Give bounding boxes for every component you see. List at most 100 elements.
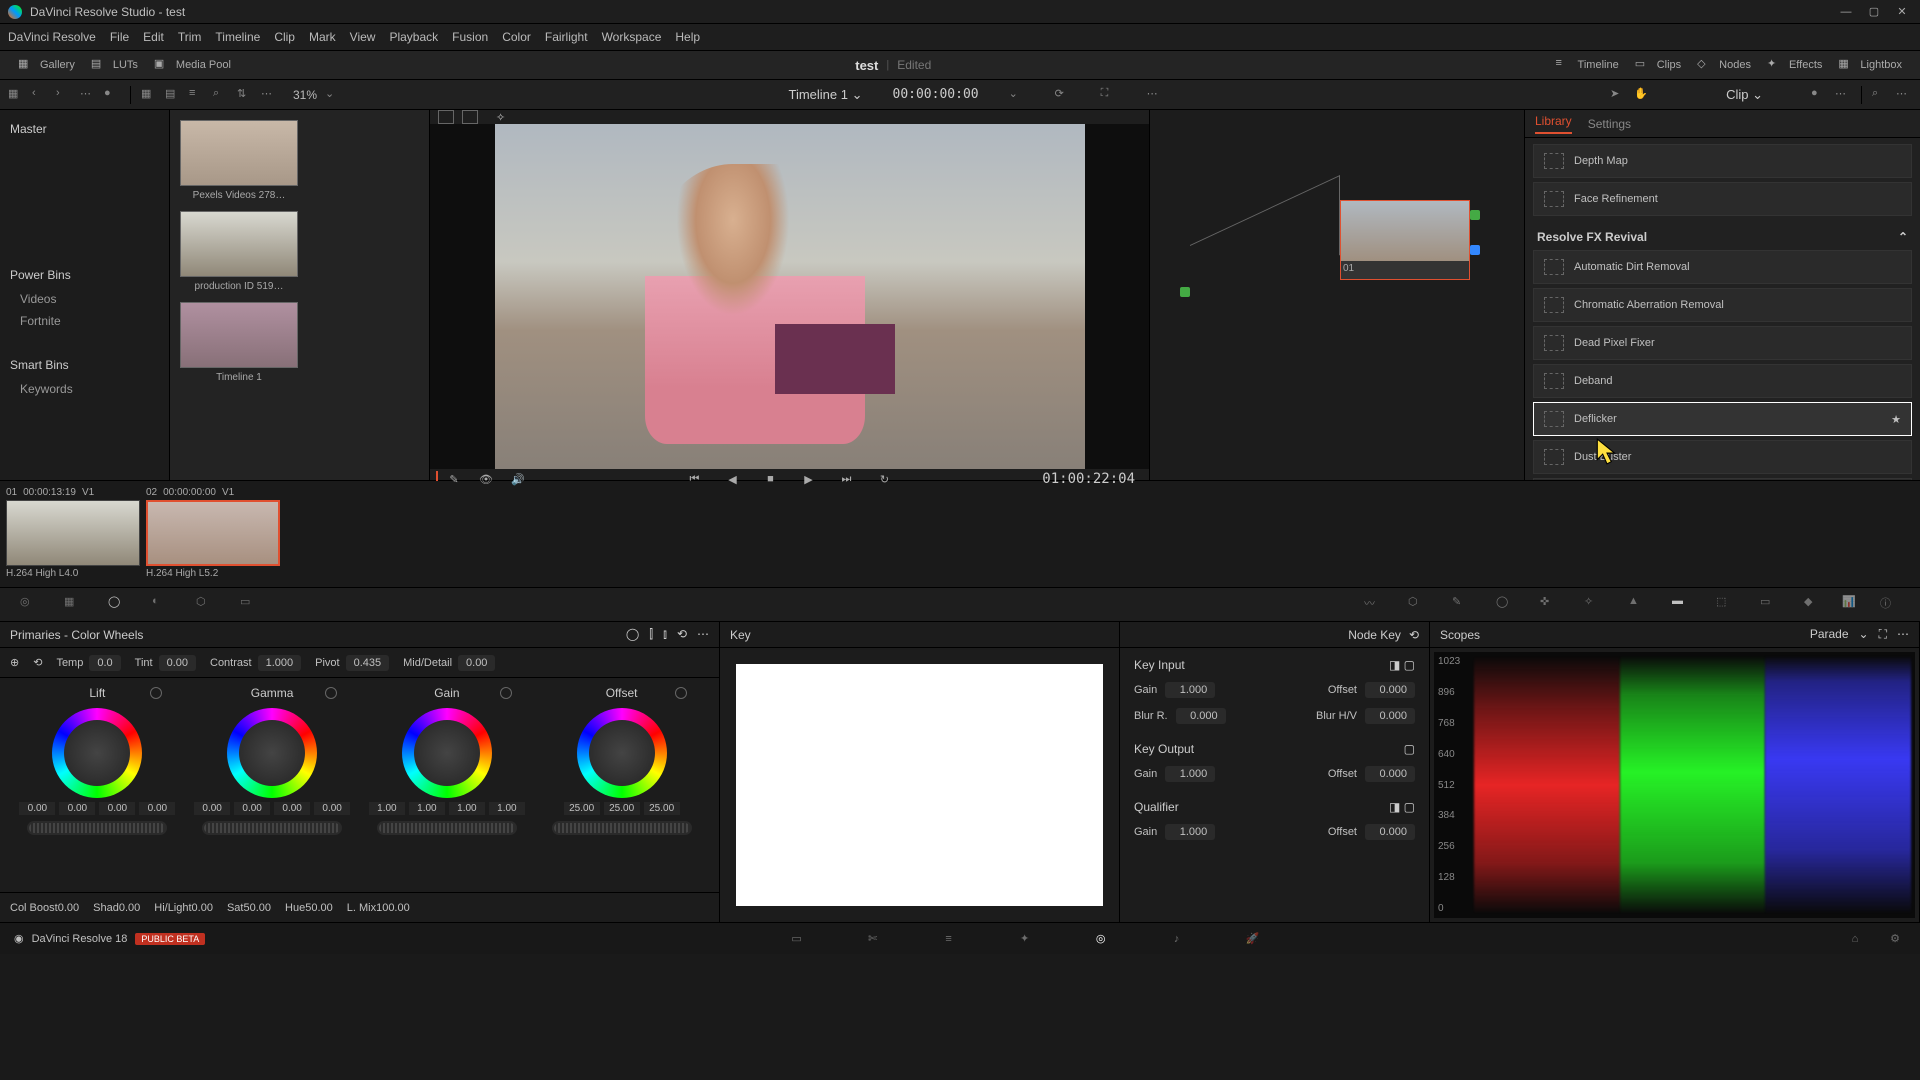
qual-invert-icon[interactable]: ◨ [1389, 800, 1400, 814]
contrast-value[interactable]: 1.000 [258, 655, 302, 671]
key-invert-icon[interactable]: ◨ [1389, 658, 1400, 672]
qual-matte-icon[interactable]: ▢ [1404, 800, 1415, 814]
tc-dropdown-icon[interactable]: ⌄ [1009, 87, 1025, 103]
maximize-button[interactable]: ▢ [1864, 2, 1884, 22]
fx-category[interactable]: Resolve FX Revival⌃ [1533, 220, 1912, 250]
menu-fusion[interactable]: Fusion [452, 30, 488, 44]
menu-playback[interactable]: Playback [389, 30, 438, 44]
media-clip[interactable]: Pexels Videos 278… [180, 120, 298, 201]
refresh-icon[interactable]: ⟳ [1055, 87, 1071, 103]
color-match-icon[interactable]: ▦ [64, 595, 84, 615]
magic-mask-icon[interactable]: ✧ [1584, 595, 1604, 615]
key-out-offset[interactable]: 0.000 [1365, 766, 1415, 782]
grid-view-icon[interactable]: ▤ [165, 87, 181, 103]
pointer-icon[interactable]: ➤ [1610, 87, 1626, 103]
corrector-node[interactable]: 01 [1340, 200, 1470, 280]
reset-icon[interactable]: ⟲ [677, 627, 687, 642]
clips-toggle[interactable]: ▭Clips [1627, 57, 1689, 73]
key-matte-icon[interactable]: ▢ [1404, 658, 1415, 672]
lightbox-toggle[interactable]: ▦Lightbox [1830, 57, 1910, 73]
fx-item[interactable]: Frame Replacer [1533, 478, 1912, 480]
clip-thumb[interactable]: 0100:00:13:19V1 H.264 High L4.0 [6, 487, 140, 579]
cut-page-icon[interactable]: ✄ [862, 928, 884, 950]
viewer-canvas[interactable] [430, 124, 1149, 469]
fx-item[interactable]: Face Refinement [1533, 182, 1912, 216]
eye-icon[interactable]: 👁 [476, 469, 496, 489]
fx-item-deflicker[interactable]: Deflicker★ [1533, 402, 1912, 436]
scopes-menu-icon[interactable]: ⋯ [1897, 627, 1909, 642]
clip-thumb-selected[interactable]: 0200:00:00:00V1 H.264 High L5.2 [146, 487, 280, 579]
power-bins-header[interactable]: Power Bins [0, 262, 169, 288]
lift-wheel[interactable]: Lift 0.000.000.000.00 [12, 686, 182, 892]
fx-item[interactable]: Dust Buster [1533, 440, 1912, 474]
colboost-value[interactable]: 0.00 [58, 902, 79, 914]
reset-lift-icon[interactable] [150, 687, 162, 699]
close-button[interactable]: ✕ [1892, 2, 1912, 22]
gain-wheel[interactable]: Gain 1.001.001.001.00 [362, 686, 532, 892]
node-menu-icon[interactable]: ⋯ [1835, 87, 1851, 103]
settings-icon[interactable]: ⚙ [1884, 928, 1906, 950]
picker-icon[interactable]: ⊕ [10, 656, 19, 669]
minimize-button[interactable]: — [1836, 2, 1856, 22]
media-page-icon[interactable]: ▭ [786, 928, 808, 950]
luts-toggle[interactable]: ▤LUTs [83, 57, 146, 73]
key-in-offset[interactable]: 0.000 [1365, 682, 1415, 698]
key-blur-r[interactable]: 0.000 [1176, 708, 1226, 724]
wand-icon[interactable]: ✧ [496, 111, 505, 124]
tab-settings[interactable]: Settings [1588, 117, 1631, 131]
menu-trim[interactable]: Trim [178, 30, 202, 44]
menu-color[interactable]: Color [502, 30, 531, 44]
viewer-menu-icon[interactable]: ⋯ [1147, 87, 1163, 103]
play-button[interactable]: ▶ [799, 469, 819, 489]
temp-value[interactable]: 0.0 [89, 655, 120, 671]
scopes-expand-icon[interactable]: ⛶ [1879, 627, 1887, 642]
chevron-down-icon[interactable]: ⌄ [1859, 627, 1869, 642]
list-view-icon[interactable]: ≡ [189, 87, 205, 103]
prev-icon[interactable]: ‹ [32, 87, 48, 103]
edit-page-icon[interactable]: ≡ [938, 928, 960, 950]
slider-icon[interactable]: ● [104, 87, 120, 103]
sat-value[interactable]: 50.00 [243, 902, 271, 914]
menu-workspace[interactable]: Workspace [602, 30, 662, 44]
mid-value[interactable]: 0.00 [458, 655, 495, 671]
lib-menu-icon[interactable]: ⋯ [1896, 87, 1912, 103]
first-frame-button[interactable]: ⏮ [685, 469, 705, 489]
key-icon[interactable]: ▬ [1672, 595, 1692, 615]
offset-master-slider[interactable] [552, 821, 692, 835]
lmix-value[interactable]: 100.00 [376, 902, 410, 914]
menu-mark[interactable]: Mark [309, 30, 336, 44]
tint-value[interactable]: 0.00 [159, 655, 196, 671]
effects-toggle[interactable]: ✦Effects [1759, 57, 1830, 73]
key-out-gain[interactable]: 1.000 [1165, 766, 1215, 782]
speaker-icon[interactable]: 🔊 [508, 469, 528, 489]
warper-icon[interactable]: ⬡ [1408, 595, 1428, 615]
prev-frame-button[interactable]: ◀ [723, 469, 743, 489]
motion-icon[interactable]: ▭ [240, 595, 260, 615]
3d-icon[interactable]: ▭ [1760, 595, 1780, 615]
tracking-icon[interactable]: ✜ [1540, 595, 1560, 615]
key-out-matte-icon[interactable]: ▢ [1404, 742, 1415, 756]
viewer-tc[interactable]: 00:00:00:00 [893, 87, 979, 102]
menu-view[interactable]: View [350, 30, 376, 44]
thumb-view-icon[interactable]: ▦ [141, 87, 157, 103]
smartbin-item[interactable]: Keywords [0, 378, 169, 400]
powerbin-item[interactable]: Fortnite [0, 310, 169, 332]
hilight-value[interactable]: 0.00 [192, 902, 213, 914]
fx-item[interactable]: Depth Map [1533, 144, 1912, 178]
fx-item[interactable]: Automatic Dirt Removal [1533, 250, 1912, 284]
menu-app[interactable]: DaVinci Resolve [8, 30, 96, 44]
menu-clip[interactable]: Clip [274, 30, 295, 44]
menu-dots-icon[interactable]: ⋯ [261, 87, 277, 103]
clip-dropdown[interactable]: Clip ⌄ [1726, 87, 1763, 103]
fusion-page-icon[interactable]: ✦ [1014, 928, 1036, 950]
sizing-icon[interactable]: ⬚ [1716, 595, 1736, 615]
hue-value[interactable]: 50.00 [305, 902, 333, 914]
timeline-toggle[interactable]: ≡Timeline [1548, 57, 1627, 73]
master-bin[interactable]: Master [0, 116, 169, 142]
wheels-icon[interactable]: ◯ [108, 595, 128, 615]
smart-bins-header[interactable]: Smart Bins [0, 352, 169, 378]
gamma-master-slider[interactable] [202, 821, 342, 835]
color-page-icon[interactable]: ◎ [1090, 928, 1112, 950]
qualifier-icon[interactable]: ✎ [1452, 595, 1472, 615]
bin-view-icon[interactable]: ▦ [8, 87, 24, 103]
